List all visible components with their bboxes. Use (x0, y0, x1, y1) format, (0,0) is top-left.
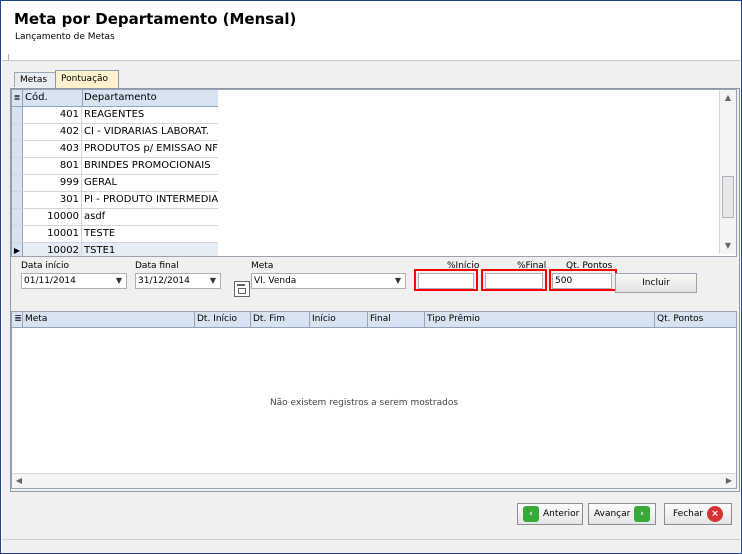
window-subtitle: Lançamento de Metas (15, 32, 115, 42)
grid-selector-icon[interactable]: ≣ (12, 312, 22, 327)
row-code: 801 (23, 158, 82, 174)
row-selector[interactable] (12, 175, 23, 191)
column-dt-fim[interactable]: Dt. Fim (250, 312, 309, 327)
tab-metas[interactable]: Metas (14, 72, 56, 87)
row-code: 403 (23, 141, 82, 157)
column-tipo-premio[interactable]: Tipo Prêmio (424, 312, 654, 327)
chevron-down-icon[interactable]: ▼ (391, 274, 405, 288)
data-inicio-field[interactable]: 01/11/2014 ▼ (21, 273, 127, 289)
row-name: REAGENTES (84, 109, 145, 120)
column-codigo[interactable]: Cód. (23, 90, 83, 106)
incluir-button[interactable]: Incluir (615, 273, 697, 293)
row-selector[interactable] (12, 141, 23, 157)
data-final-field[interactable]: 31/12/2014 ▼ (135, 273, 221, 289)
scroll-thumb[interactable] (722, 176, 734, 218)
row-code: 301 (23, 192, 82, 208)
scroll-left-icon[interactable]: ◀ (12, 474, 26, 488)
row-selector[interactable] (12, 192, 23, 208)
department-grid[interactable]: ≣ Cód. Departamento 401 REAGENTES 402 CI… (12, 90, 218, 256)
column-final[interactable]: Final (367, 312, 425, 327)
table-row[interactable]: 403 PRODUTOS p/ EMISSAO NF (12, 141, 218, 158)
qt-pontos-input[interactable]: 500 (552, 273, 612, 289)
empty-state-message: Não existem registros a serem mostrados (269, 398, 459, 408)
scroll-up-icon[interactable]: ▲ (720, 90, 736, 106)
row-name: BRINDES PROMOCIONAIS (84, 160, 211, 171)
meta-form: Data início 01/11/2014 ▼ Data final 31/1… (11, 257, 735, 305)
row-code: 401 (23, 107, 82, 123)
tab-panel-pontuacao: ≣ Cód. Departamento 401 REAGENTES 402 CI… (10, 88, 740, 492)
row-selector[interactable] (12, 107, 23, 123)
row-name: CI - VIDRARIAS LABORAT. (84, 126, 209, 137)
meta-select[interactable]: Vl. Venda ▼ (251, 273, 406, 289)
table-row[interactable]: 402 CI - VIDRARIAS LABORAT. (12, 124, 218, 141)
window-title: Meta por Departamento (Mensal) (14, 10, 297, 28)
meta-label: Meta (251, 261, 274, 271)
data-inicio-label: Data início (21, 261, 70, 271)
row-name: GERAL (84, 177, 118, 188)
fechar-button[interactable]: Fechar × (664, 503, 732, 525)
pct-final-input[interactable] (485, 273, 543, 289)
row-name: TSTE1 (84, 245, 116, 256)
scroll-down-icon[interactable]: ▼ (720, 238, 736, 254)
current-row-indicator-icon[interactable]: ▶ (12, 243, 23, 256)
row-selector[interactable] (12, 124, 23, 140)
qt-pontos-value: 500 (555, 276, 573, 286)
column-dt-inicio[interactable]: Dt. Início (194, 312, 251, 327)
content-area: Metas Pontuação ≣ Cód. Departamento 401 … (2, 61, 740, 553)
table-row[interactable]: 301 PI - PRODUTO INTERMEDIARI (12, 192, 218, 209)
table-row[interactable]: 10001 TESTE (12, 226, 218, 243)
avancar-label: Avançar (594, 509, 631, 519)
anterior-button[interactable]: ‹ Anterior (517, 503, 583, 525)
meta-select-value: Vl. Venda (254, 276, 297, 286)
table-row[interactable]: 401 REAGENTES (12, 107, 218, 124)
footer-divider (2, 539, 740, 540)
anterior-label: Anterior (543, 509, 580, 519)
fechar-label: Fechar (673, 509, 704, 519)
data-final-label: Data final (135, 261, 179, 271)
chevron-down-icon[interactable]: ▼ (206, 274, 220, 288)
department-grid-header: ≣ Cód. Departamento (12, 90, 218, 107)
row-code: 999 (23, 175, 82, 191)
row-code: 402 (23, 124, 82, 140)
column-qt-pontos[interactable]: Qt. Pontos (654, 312, 735, 327)
column-departamento[interactable]: Departamento (82, 90, 218, 106)
row-name: PI - PRODUTO INTERMEDIARI (84, 194, 218, 205)
chevron-down-icon[interactable]: ▼ (112, 274, 126, 288)
data-final-value: 31/12/2014 (138, 276, 190, 286)
table-row[interactable]: 801 BRINDES PROMOCIONAIS (12, 158, 218, 175)
arrow-left-icon: ‹ (523, 506, 539, 522)
results-horizontal-scrollbar[interactable]: ◀ ▶ (12, 473, 736, 488)
column-inicio[interactable]: Início (309, 312, 367, 327)
column-meta[interactable]: Meta (22, 312, 195, 327)
row-code: 10000 (23, 209, 82, 225)
table-row[interactable]: 999 GERAL (12, 175, 218, 192)
results-grid: ≣ Meta Dt. Início Dt. Fim Início Final T… (11, 311, 737, 489)
results-grid-header: ≣ Meta Dt. Início Dt. Fim Início Final T… (12, 312, 736, 328)
window-header: Meta por Departamento (Mensal) Lançament… (2, 2, 740, 61)
row-name: asdf (84, 211, 106, 222)
grid-selector-icon[interactable]: ≣ (12, 90, 23, 106)
row-code: 10001 (23, 226, 82, 242)
scroll-right-icon[interactable]: ▶ (722, 474, 736, 488)
row-code: 10002 (23, 243, 82, 256)
calendar-icon[interactable] (234, 281, 250, 297)
department-grid-vertical-scrollbar[interactable]: ▲ ▼ (719, 90, 736, 254)
close-icon: × (707, 506, 723, 522)
row-name: PRODUTOS p/ EMISSAO NF (84, 143, 218, 154)
arrow-right-icon: › (634, 506, 650, 522)
row-selector[interactable] (12, 209, 23, 225)
main-window: Meta por Departamento (Mensal) Lançament… (0, 0, 742, 554)
footer-actions: ‹ Anterior Avançar › Fechar × (2, 495, 740, 553)
tab-pontuacao[interactable]: Pontuação (55, 70, 119, 88)
data-inicio-value: 01/11/2014 (24, 276, 76, 286)
department-grid-area: ≣ Cód. Departamento 401 REAGENTES 402 CI… (11, 89, 737, 257)
table-row[interactable]: 10000 asdf (12, 209, 218, 226)
pct-inicio-input[interactable] (418, 273, 474, 289)
row-selector[interactable] (12, 158, 23, 174)
row-name: TESTE (84, 228, 116, 239)
table-row-current[interactable]: ▶ 10002 TSTE1 (12, 243, 218, 256)
avancar-button[interactable]: Avançar › (588, 503, 656, 525)
row-selector[interactable] (12, 226, 23, 242)
